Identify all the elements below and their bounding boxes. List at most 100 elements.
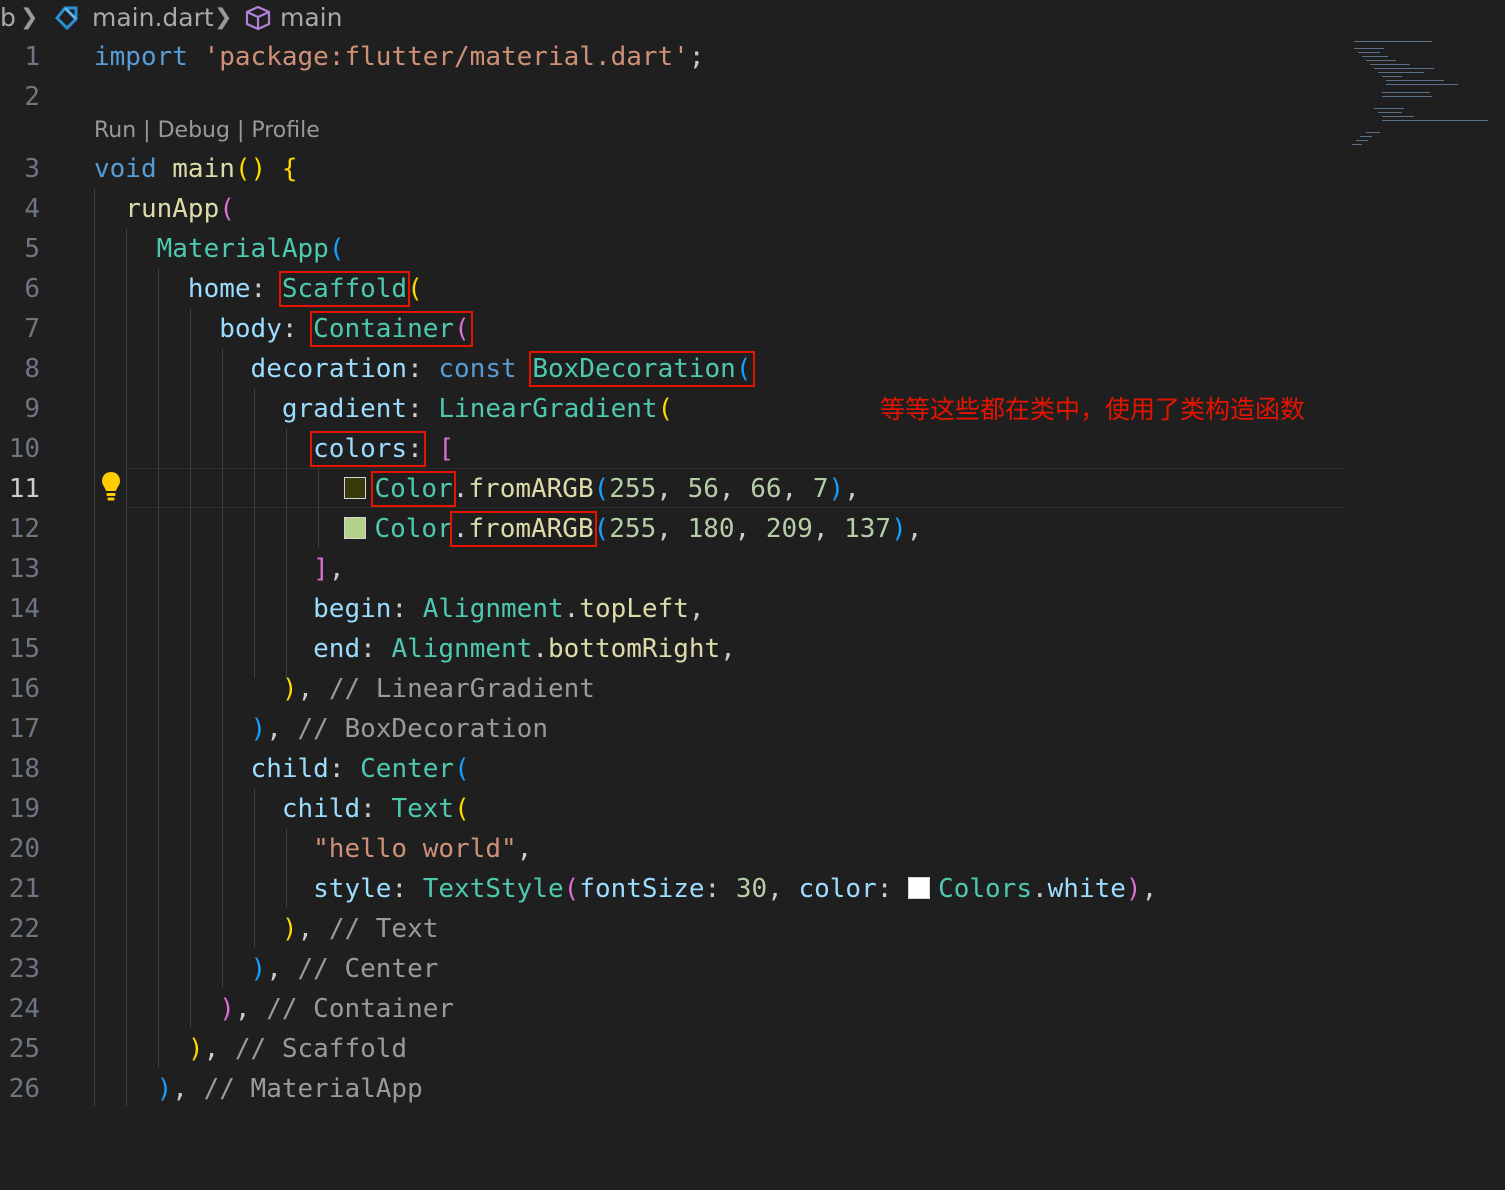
class-name: TextStyle — [422, 874, 564, 904]
profile-code-lens[interactable]: Profile — [251, 118, 319, 143]
code-line[interactable]: 24 ), // Container — [0, 990, 1505, 1030]
color-swatch[interactable] — [344, 517, 367, 539]
comma: , — [688, 594, 705, 624]
breadcrumb-file-name[interactable]: main.dart — [92, 3, 214, 32]
colon: : — [391, 594, 408, 624]
closing-label-comment: // BoxDecoration — [297, 714, 548, 744]
code-line[interactable]: 19 child: Text( — [0, 790, 1505, 830]
line-number: 8 — [24, 354, 40, 384]
minimap-line — [1356, 140, 1368, 141]
comma: , — [767, 874, 799, 904]
breadcrumb-root-fragment[interactable]: b — [0, 3, 16, 32]
bracket: ) — [187, 1034, 204, 1064]
code-line[interactable]: 21 style: TextStyle(fontSize: 30, color:… — [0, 870, 1505, 910]
comma: , — [297, 674, 314, 704]
class-name: LinearGradient — [438, 394, 658, 424]
closing-label-comment: // MaterialApp — [203, 1074, 423, 1104]
property-name: home — [187, 274, 251, 304]
code-line[interactable]: 4 runApp( — [0, 190, 1505, 230]
code-line[interactable]: 13 ], — [0, 550, 1505, 590]
comma: , — [328, 554, 345, 584]
comma: , — [203, 1034, 220, 1064]
number-literal: 30 — [735, 874, 768, 904]
bracket: ) — [219, 994, 235, 1024]
dot: . — [1031, 874, 1048, 904]
void-keyword: void — [94, 154, 157, 184]
code-line[interactable]: 23 ), // Center — [0, 950, 1505, 990]
line-number: 13 — [8, 554, 40, 584]
property-name: child — [250, 754, 329, 784]
comma: , — [1141, 874, 1158, 904]
line-number: 12 — [8, 514, 40, 544]
class-name: Alignment — [391, 634, 533, 664]
code-line[interactable]: 12 Color.fromARGB(255, 180, 209, 137), — [0, 510, 1505, 550]
static-member: bottomRight — [547, 634, 721, 664]
code-line-active[interactable]: 11 Color.fromARGB(255, 56, 66, 7), — [0, 470, 1505, 510]
comma: , — [172, 1074, 188, 1104]
line-number: 25 — [8, 1034, 40, 1064]
code-line[interactable]: 1 import 'package:flutter/material.dart'… — [0, 38, 1505, 78]
property-name: child — [281, 794, 361, 824]
code-line[interactable]: 8 decoration: const BoxDecoration( — [0, 350, 1505, 390]
colon: : — [407, 394, 423, 424]
line-number: 20 — [8, 834, 40, 864]
line-number: 24 — [8, 994, 40, 1024]
function-call: runApp — [125, 194, 220, 224]
code-line[interactable]: 10 colors: [ — [0, 430, 1505, 470]
comma: , — [781, 474, 813, 504]
line-number: 17 — [8, 714, 40, 744]
bracket: ( — [454, 794, 470, 824]
code-line[interactable]: 17 ), // BoxDecoration — [0, 710, 1505, 750]
line-number: 11 — [8, 474, 40, 504]
minimap-line — [1352, 144, 1362, 145]
code-line[interactable]: 9 gradient: LinearGradient( — [0, 390, 1505, 430]
property-name: decoration — [250, 354, 408, 384]
code-line[interactable]: 6 home: Scaffold( — [0, 270, 1505, 310]
line-number: 6 — [24, 274, 40, 304]
code-line[interactable]: 18 child: Center( — [0, 750, 1505, 790]
code-line[interactable]: 22 ), // Text — [0, 910, 1505, 950]
bracket: ( — [563, 874, 580, 904]
closing-label-comment: // Text — [328, 914, 439, 944]
colon: : — [391, 874, 408, 904]
class-name-highlighted: Scaffold — [278, 271, 411, 307]
bracket: ) — [828, 474, 845, 504]
breadcrumb-symbol-name[interactable]: main — [280, 3, 342, 32]
bracket: ( — [219, 194, 235, 224]
method-cube-icon — [244, 4, 272, 38]
line-number: 26 — [8, 1074, 40, 1104]
line-number: 21 — [8, 874, 40, 904]
code-line[interactable]: 16 ), // LinearGradient — [0, 670, 1505, 710]
code-line[interactable]: 20 "hello world", — [0, 830, 1505, 870]
comma: , — [656, 474, 688, 504]
code-editor[interactable]: Run | Debug | Profile 等等这些都在类中，使用了类构造函数 … — [0, 38, 1505, 1106]
bracket: [ — [438, 434, 455, 464]
bracket: ( — [593, 514, 610, 544]
bracket: { — [281, 154, 298, 184]
code-line[interactable]: 25 ), // Scaffold — [0, 1030, 1505, 1070]
line-number: 3 — [24, 154, 40, 184]
bracket: ) — [281, 914, 298, 944]
code-line[interactable]: 14 begin: Alignment.topLeft, — [0, 590, 1505, 630]
code-line[interactable]: 26 ), // MaterialApp — [0, 1070, 1505, 1110]
bracket: ) — [891, 514, 907, 544]
code-line[interactable]: 3 void main() { — [0, 150, 1505, 190]
bracket: ) — [281, 674, 298, 704]
code-line[interactable]: 5 MaterialApp( — [0, 230, 1505, 270]
class-name: MaterialApp — [156, 234, 329, 264]
closing-label-comment: // Center — [297, 954, 439, 984]
color-swatch[interactable] — [908, 877, 931, 899]
property-name: style — [313, 874, 392, 904]
run-code-lens[interactable]: Run — [94, 118, 136, 143]
code-lens-separator: | — [136, 118, 158, 143]
colon: : — [250, 274, 267, 304]
comma: , — [266, 714, 282, 744]
semicolon: ; — [688, 42, 705, 72]
debug-code-lens[interactable]: Debug — [158, 118, 230, 143]
color-swatch[interactable] — [344, 477, 367, 499]
code-line[interactable]: 15 end: Alignment.bottomRight, — [0, 630, 1505, 670]
property-name: begin — [313, 594, 392, 624]
code-line[interactable]: 7 body: Container( — [0, 310, 1505, 350]
bracket: ) — [250, 954, 267, 984]
code-line[interactable]: 2 — [0, 78, 1505, 118]
